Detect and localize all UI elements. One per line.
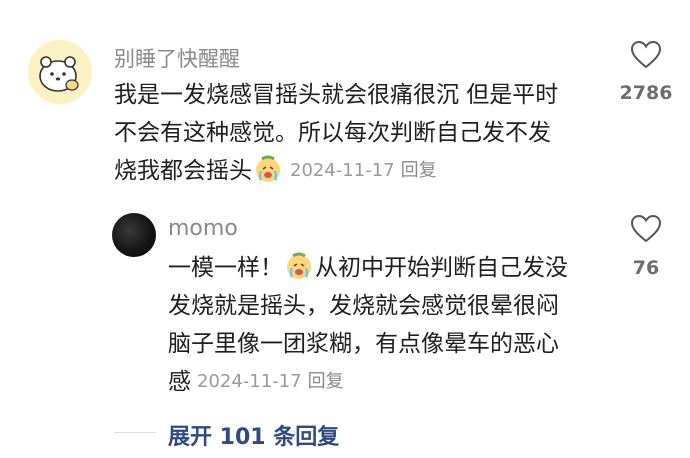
like-count: 2786 xyxy=(619,82,673,104)
reply-line: 一模一样！ xyxy=(168,255,283,281)
reply-line-last: 感 2024-11-17 回复 xyxy=(168,363,598,401)
avatar[interactable] xyxy=(112,213,156,257)
reply-line: 从初中开始判断自己发没 xyxy=(315,255,568,281)
comment-body: 我是一发烧感冒摇头就会很痛很沉 但是平时 不会有这种感觉。所以每次判断自己发不发… xyxy=(114,76,594,190)
comment-username[interactable]: 别睡了快醒醒 xyxy=(114,43,240,73)
comment-line: 我是一发烧感冒摇头就会很痛很沉 但是平时 xyxy=(114,82,559,108)
comment-line: 不会有这种感觉。所以每次判断自己发不发 xyxy=(114,120,551,146)
divider xyxy=(114,432,156,433)
like-count: 76 xyxy=(632,257,660,279)
like-button[interactable]: 2786 xyxy=(612,40,680,104)
reply-button[interactable]: 回复 xyxy=(401,160,437,181)
avatar[interactable] xyxy=(28,40,92,104)
crying-emoji-icon xyxy=(256,155,280,182)
crying-emoji-icon xyxy=(287,252,311,279)
reply-line: 脑子里像一团浆糊，有点像晕车的恶心 xyxy=(168,331,559,357)
comment-line-last: 烧我都会摇头 2024-11-17 回复 xyxy=(114,152,594,190)
reply-username[interactable]: momo xyxy=(168,216,238,241)
comment-date: 2024-11-17 xyxy=(290,160,395,181)
reply-line: 感 xyxy=(168,369,191,395)
reply-line: 发烧就是摇头，发烧就会感觉很晕很闷 xyxy=(168,293,559,319)
reply-button[interactable]: 回复 xyxy=(308,371,344,392)
reply-line-first: 一模一样！ 从初中开始判断自己发没 xyxy=(168,249,598,287)
reply-body: 一模一样！ 从初中开始判断自己发没 发烧就是摇头，发烧就会感觉很晕很闷 脑子里像… xyxy=(168,249,598,401)
bear-avatar-icon xyxy=(28,40,92,104)
like-button[interactable]: 76 xyxy=(612,214,680,279)
expand-replies-button[interactable]: 展开 101 条回复 xyxy=(168,419,339,451)
comment-line: 烧我都会摇头 xyxy=(114,158,252,184)
reply-date: 2024-11-17 xyxy=(197,371,302,392)
heart-outline-icon xyxy=(630,40,662,69)
heart-outline-icon xyxy=(630,214,662,243)
